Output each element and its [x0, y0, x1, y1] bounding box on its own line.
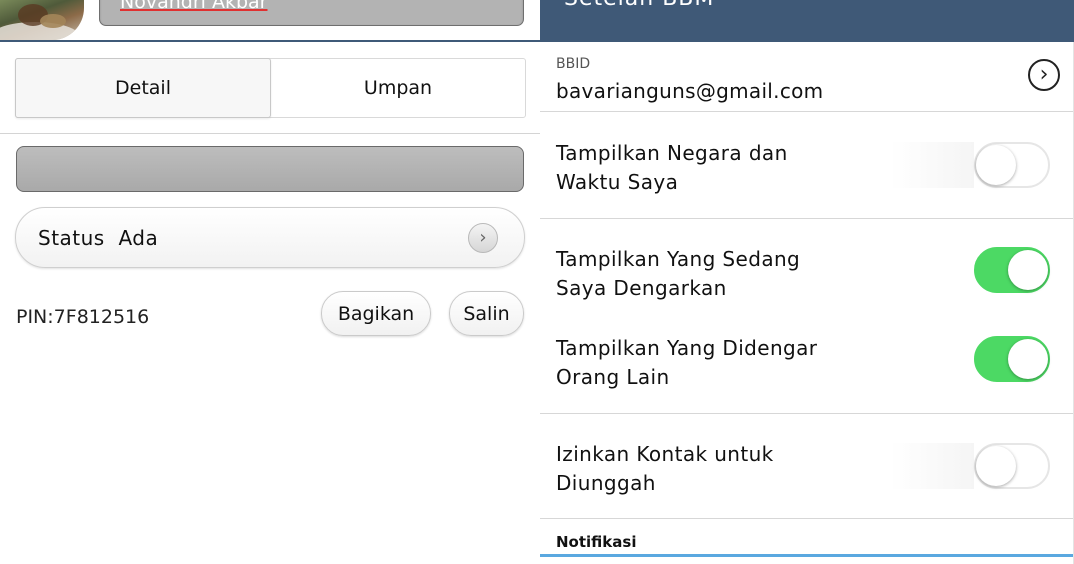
divider — [540, 111, 1074, 112]
setting-label-line2: Orang Lain — [556, 365, 670, 389]
section-header-notifications: Notifikasi — [556, 533, 637, 551]
page-title: Setelan BBM — [564, 0, 714, 11]
profile-pane: Novandri Akbar Detail Umpan Status Ada ›… — [0, 0, 540, 564]
chevron-right-circle-icon[interactable]: › — [1028, 59, 1060, 91]
avatar[interactable] — [0, 0, 84, 40]
copy-button[interactable]: Salin — [449, 291, 524, 336]
setting-show-listening: Tampilkan Yang Sedang Saya Dengarkan — [556, 245, 800, 303]
toggle-knob — [976, 145, 1016, 185]
pin-text: PIN:7F812516 — [16, 306, 150, 328]
bbid-value[interactable]: bavarianguns@gmail.com — [556, 79, 823, 103]
tab-detail[interactable]: Detail — [15, 58, 271, 118]
setting-label-line2: Saya Dengarkan — [556, 276, 727, 300]
status-label: Status Ada — [38, 226, 159, 250]
setting-label-line2: Diunggah — [556, 471, 656, 495]
toggle-knob — [976, 446, 1016, 486]
display-name-text: Novandri Akbar — [120, 0, 268, 13]
tab-umpan[interactable]: Umpan — [271, 59, 525, 117]
personal-message-field[interactable] — [16, 146, 524, 192]
toggle-show-listening[interactable] — [974, 247, 1050, 293]
setting-label-line1: Tampilkan Yang Sedang — [556, 247, 801, 271]
header-divider — [0, 40, 540, 42]
setting-label-line1: Tampilkan Yang Didengar — [556, 336, 818, 360]
settings-header: Setelan BBM — [540, 0, 1074, 42]
display-name-field[interactable]: Novandri Akbar — [99, 0, 524, 26]
toggle-show-others-listened[interactable] — [974, 336, 1050, 382]
profile-tabs: Detail Umpan — [15, 58, 526, 118]
bbid-label: BBID — [556, 56, 591, 72]
toggle-knob — [1008, 250, 1048, 290]
divider — [540, 518, 1074, 519]
divider — [540, 218, 1074, 219]
setting-label-line1: Izinkan Kontak untuk — [556, 442, 774, 466]
setting-show-country-time: Tampilkan Negara dan Waktu Saya — [556, 139, 788, 197]
setting-label-line2: Waktu Saya — [556, 170, 679, 194]
divider — [540, 413, 1074, 414]
setting-show-others-listened: Tampilkan Yang Didengar Orang Lain — [556, 334, 817, 392]
settings-pane: Setelan BBM BBID bavarianguns@gmail.com … — [540, 0, 1074, 564]
section-underline — [540, 554, 1074, 557]
share-button[interactable]: Bagikan — [321, 291, 431, 336]
toggle-knob — [1008, 339, 1048, 379]
tabs-divider — [0, 133, 540, 134]
status-selector[interactable]: Status Ada › — [15, 207, 525, 268]
chevron-right-icon: › — [468, 223, 498, 253]
toggle-show-country-time[interactable] — [974, 142, 1050, 188]
setting-allow-contact-upload: Izinkan Kontak untuk Diunggah — [556, 440, 774, 498]
toggle-allow-contact-upload[interactable] — [974, 443, 1050, 489]
setting-label-line1: Tampilkan Negara dan — [556, 141, 788, 165]
